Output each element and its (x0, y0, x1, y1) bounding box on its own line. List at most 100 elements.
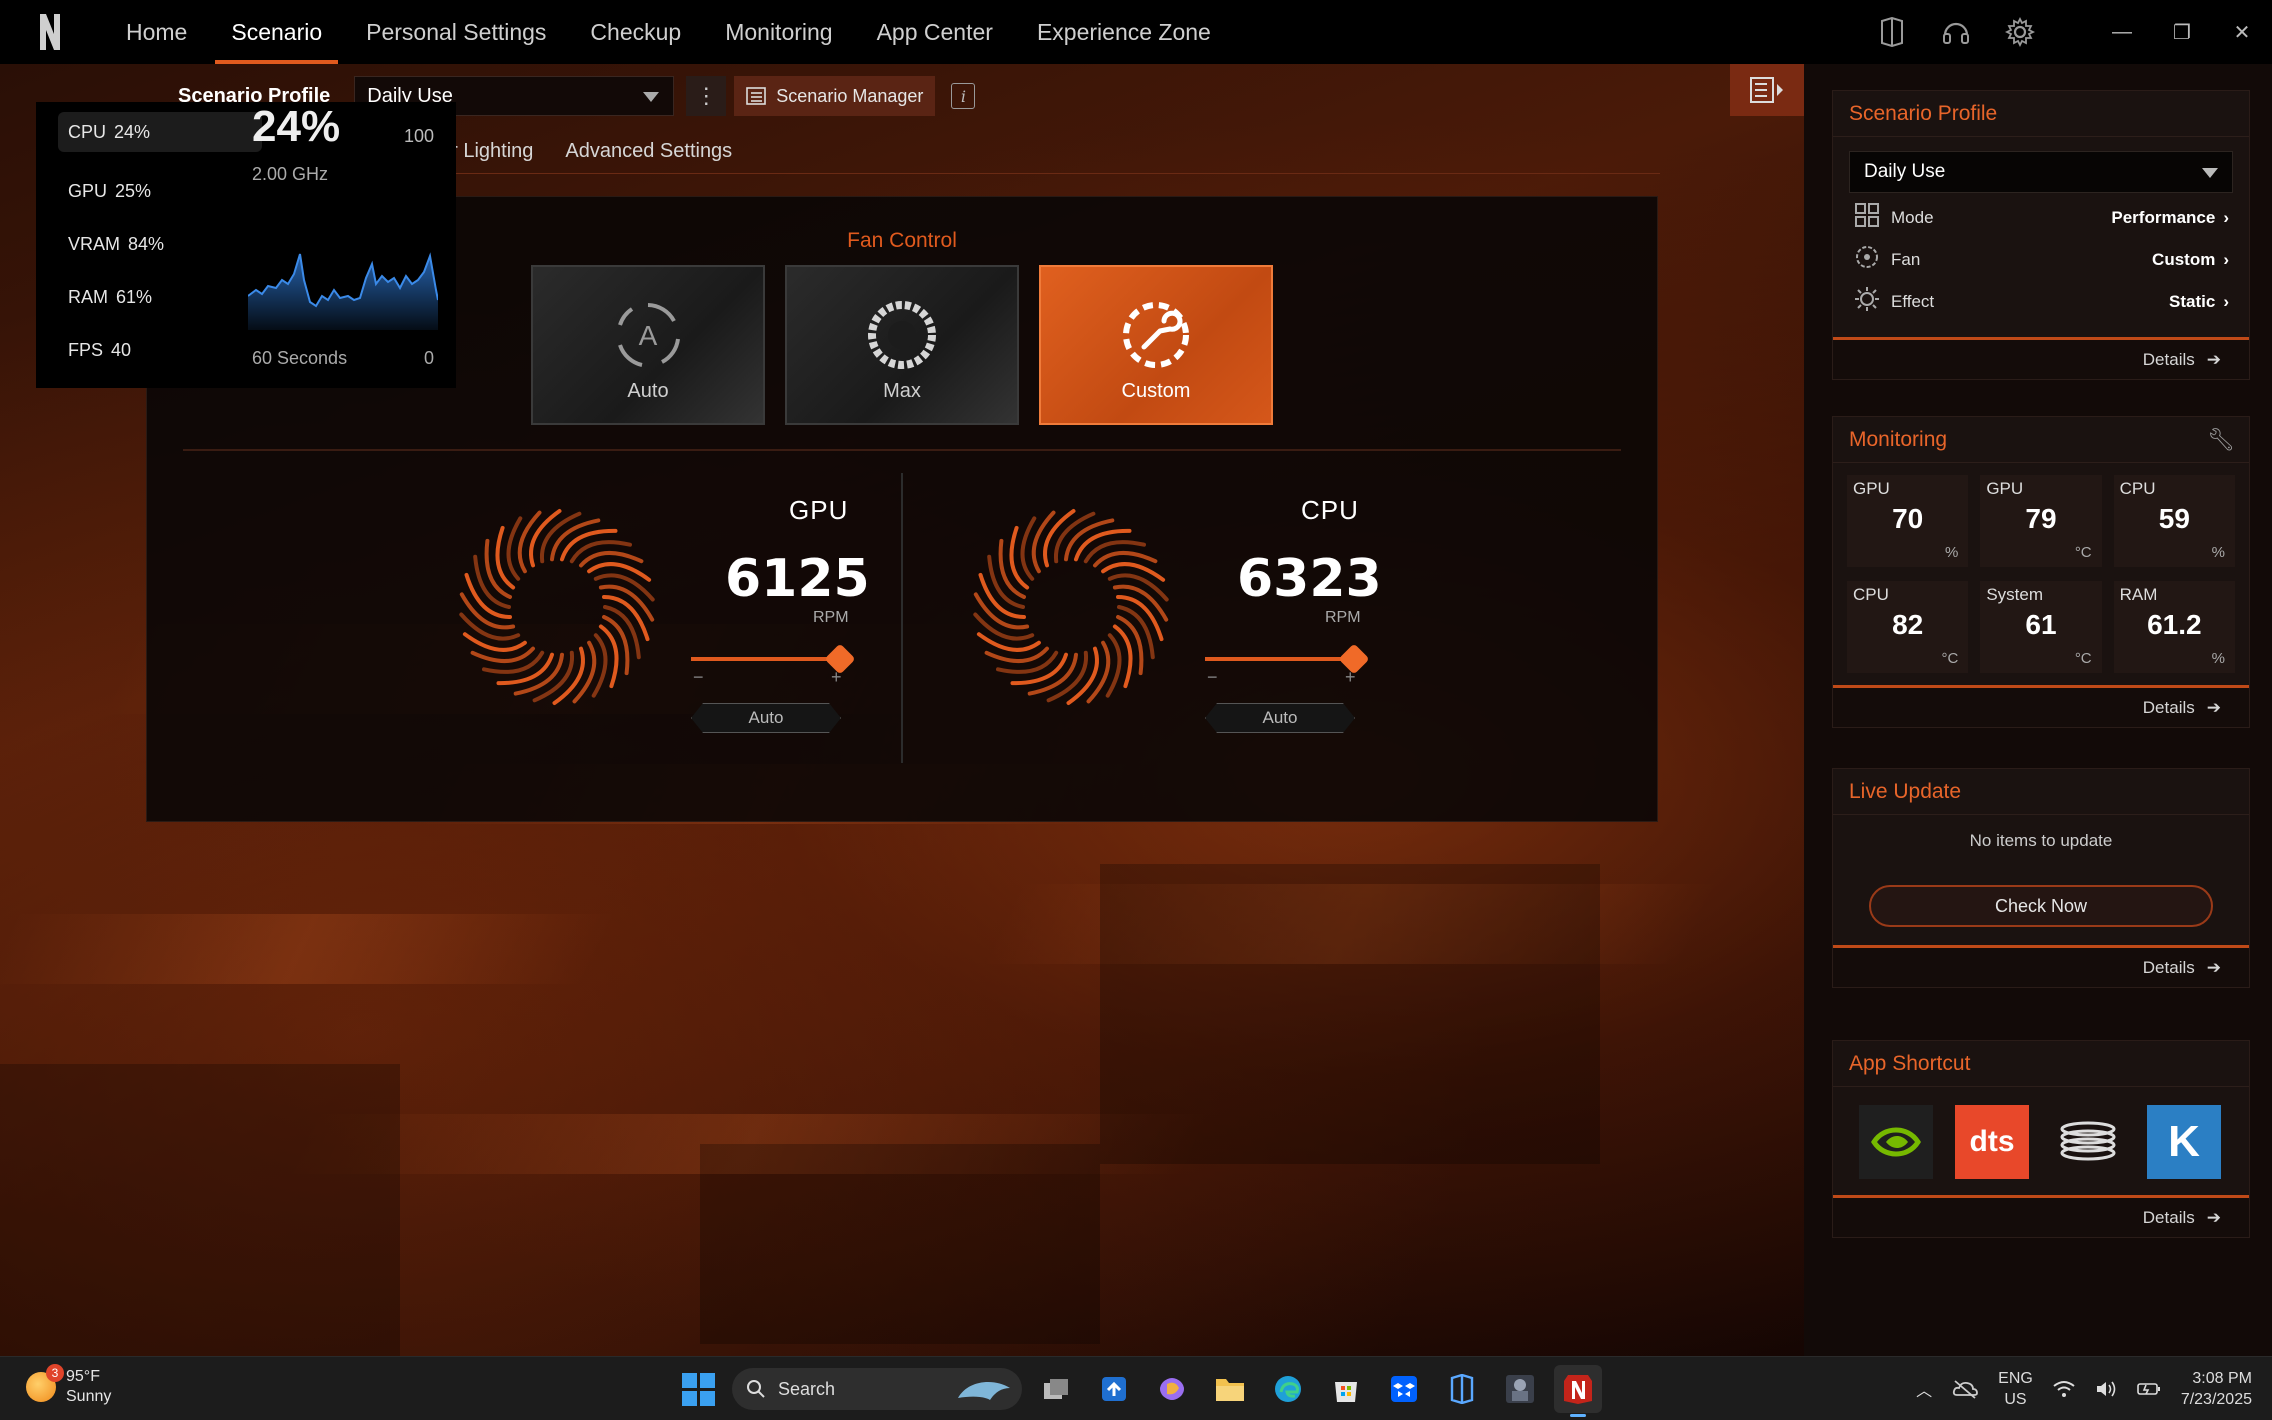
wifi-icon[interactable] (2053, 1380, 2075, 1398)
monitor-cpu-temp: CPU 82 °C (1847, 581, 1969, 673)
windows-taskbar: 3 95°F Sunny Search ︿ ENG US 3:08 PM 7/2… (0, 1356, 2272, 1420)
nav-experience-zone[interactable]: Experience Zone (1015, 0, 1233, 64)
perf-item-fps[interactable]: FPS 40 (58, 324, 262, 377)
dropbox-icon[interactable] (1380, 1365, 1428, 1413)
restore-button[interactable]: ❐ (2152, 0, 2212, 64)
language-indicator[interactable]: ENG US (1998, 1368, 2033, 1410)
file-explorer-icon[interactable] (1206, 1365, 1254, 1413)
notification-badge: 3 (46, 1364, 64, 1382)
monitor-unit: % (2211, 650, 2225, 667)
cpu-fan-slider[interactable] (1205, 643, 1370, 675)
profile-row-effect[interactable]: Effect Static › (1833, 281, 2249, 323)
language-code: ENG (1998, 1370, 2033, 1387)
ms-store-icon[interactable] (1322, 1365, 1370, 1413)
perf-item-ram[interactable]: RAM 61% (58, 271, 262, 324)
profile-row-name: Mode (1891, 208, 1934, 227)
clock[interactable]: 3:08 PM 7/23/2025 (2181, 1368, 2252, 1410)
nav-personal-settings[interactable]: Personal Settings (344, 0, 568, 64)
details-label: Details (2142, 957, 2195, 977)
sense-icon[interactable] (1438, 1365, 1486, 1413)
monitor-value: 61.2 (2147, 609, 2202, 640)
profile-row-value: Performance (2111, 208, 2216, 227)
divider (183, 449, 1621, 451)
perf-axis-max: 100 (403, 126, 434, 146)
profile-row-mode[interactable]: Mode Performance › (1833, 197, 2249, 239)
fan-mode-auto-button[interactable]: A Auto (531, 265, 765, 425)
perf-item-name: VRAM (68, 234, 121, 254)
scenario-manager-button[interactable]: Scenario Manager (734, 76, 936, 116)
fan-mode-auto-label: Auto (627, 380, 669, 402)
monitor-value: 61 (2025, 609, 2057, 640)
edge-icon[interactable] (1264, 1365, 1312, 1413)
weather-widget[interactable]: 3 95°F Sunny (26, 1364, 111, 1407)
arrow-right-icon: ➔ (2206, 957, 2221, 977)
profile-row-fan[interactable]: Fan Custom › (1833, 239, 2249, 281)
profile-dropdown[interactable]: Daily Use (1849, 151, 2233, 193)
profile-details-link[interactable]: Details ➔ (1833, 337, 2249, 379)
nav-monitoring[interactable]: Monitoring (703, 0, 854, 64)
nav-home[interactable]: Home (104, 0, 209, 64)
chevron-up-icon[interactable]: ︿ (1916, 1377, 1932, 1401)
k-app-icon[interactable]: K (2147, 1105, 2221, 1179)
dts-icon[interactable]: dts (1955, 1105, 2029, 1179)
chevron-right-icon: › (2223, 208, 2229, 227)
decrease-icon[interactable]: − (1207, 667, 1218, 688)
store-update-icon[interactable] (1090, 1365, 1138, 1413)
monitor-value: 59 (2158, 503, 2190, 534)
perf-current-value: 24% (252, 102, 341, 151)
monitoring-details-link[interactable]: Details ➔ (1833, 685, 2249, 727)
headset-icon[interactable] (1924, 0, 1988, 64)
close-button[interactable]: ✕ (2212, 0, 2272, 64)
perf-usage-graph (248, 252, 438, 330)
cpu-fan-icon (973, 509, 1169, 705)
increase-icon[interactable]: + (1345, 667, 1356, 688)
monitor-gpu-usage: GPU 70% (1847, 475, 1969, 567)
gear-icon[interactable] (1988, 0, 2052, 64)
cpu-fan-auto-button[interactable]: Auto (1205, 703, 1355, 733)
arrow-right-icon: ➔ (2206, 349, 2221, 369)
wrench-icon[interactable]: 🔧︎ (2207, 417, 2235, 463)
game-app-icon[interactable] (1496, 1365, 1544, 1413)
card-title: Monitoring 🔧︎ (1833, 417, 2249, 463)
fan-blade (996, 650, 1059, 674)
check-now-button[interactable]: Check Now (1869, 885, 2213, 927)
live-update-details-link[interactable]: Details ➔ (1833, 945, 2249, 987)
monitor-unit: % (2211, 544, 2225, 561)
copilot-icon[interactable] (1148, 1365, 1196, 1413)
perf-item-gpu[interactable]: GPU 25% (58, 165, 262, 218)
perf-item-value: 25% (115, 181, 152, 201)
fan-blade (1031, 510, 1056, 574)
app-shortcut-details-link[interactable]: Details ➔ (1833, 1195, 2249, 1237)
list-icon (746, 87, 767, 105)
fan-blade (572, 640, 597, 704)
perf-item-vram[interactable]: VRAM 84% (58, 218, 262, 271)
nav-app-center[interactable]: App Center (855, 0, 1015, 64)
monitoring-card: Monitoring 🔧︎ GPU 70% GPU 79 °C CPU 59% CPU 8… (1832, 416, 2250, 728)
windows-start-icon[interactable] (674, 1365, 722, 1413)
info-icon[interactable]: i (951, 83, 976, 109)
sun-icon: 3 (26, 1364, 64, 1402)
predator-logo-icon[interactable] (36, 12, 64, 52)
fan-mode-max-button[interactable]: Max (785, 265, 1019, 425)
taskbar-search[interactable]: Search (732, 1368, 1022, 1410)
more-options-button[interactable]: ⋮ (686, 76, 727, 116)
fan-mode-custom-button[interactable]: Custom (1039, 265, 1273, 425)
perf-item-cpu[interactable]: CPU 24% (58, 112, 262, 152)
nav-scenario[interactable]: Scenario (209, 0, 344, 64)
monitor-gpu-temp: GPU 79 °C (1980, 475, 2102, 567)
book-icon[interactable] (1860, 0, 1924, 64)
collapse-sidebar-button[interactable] (1730, 64, 1804, 116)
nav-checkup[interactable]: Checkup (568, 0, 703, 64)
onedrive-offline-icon[interactable] (1952, 1379, 1979, 1399)
volume-icon[interactable] (2095, 1379, 2117, 1399)
battery-icon[interactable] (2137, 1381, 2161, 1397)
right-sidebar: Scenario Profile Daily Use Mode Performa… (1804, 64, 2272, 1356)
ring-app-icon[interactable] (2051, 1105, 2125, 1179)
tab-advanced-settings[interactable]: Advanced Settings (565, 140, 732, 163)
minimize-button[interactable]: — (2092, 0, 2152, 64)
task-view-icon[interactable] (1032, 1365, 1080, 1413)
nvidia-icon[interactable] (1859, 1105, 1933, 1179)
fan-blade (517, 510, 542, 574)
predator-sense-taskbar-icon[interactable] (1554, 1365, 1602, 1417)
taskbar-apps: Search (674, 1365, 1602, 1417)
